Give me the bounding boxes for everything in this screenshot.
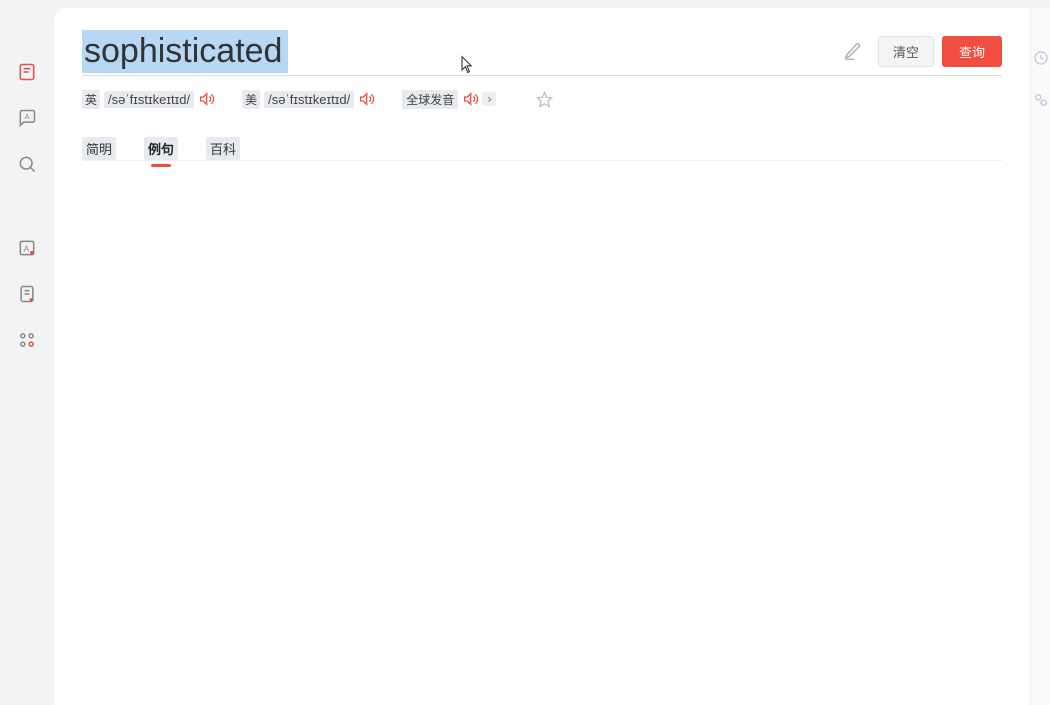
tab-concise[interactable]: 简明 [82, 137, 116, 160]
search-button[interactable]: 查询 [942, 36, 1002, 67]
left-sidebar: A A [0, 0, 54, 705]
pron-us-ipa: /səˈfɪstɪkeɪtɪd/ [264, 91, 354, 108]
handwriting-icon[interactable] [842, 40, 864, 62]
link-icon[interactable] [1033, 92, 1049, 108]
nav-translate-icon[interactable]: A [13, 104, 41, 132]
pron-uk-label: 英 [82, 90, 100, 109]
history-icon[interactable] [1033, 50, 1049, 66]
main-panel: sophisticated 清空 查询 英 /səˈfɪstɪkeɪtɪd/ [54, 8, 1030, 705]
tab-encyclopedia[interactable]: 百科 [206, 137, 240, 160]
speaker-global-icon[interactable] [462, 91, 478, 107]
search-row: sophisticated 清空 查询 [82, 30, 1002, 76]
speaker-us-icon[interactable] [358, 91, 374, 107]
nav-notes-icon[interactable] [13, 280, 41, 308]
speaker-uk-icon[interactable] [198, 91, 214, 107]
favorite-star-icon[interactable] [536, 91, 553, 108]
svg-text:A: A [24, 243, 30, 253]
svg-text:A: A [25, 112, 30, 121]
pron-uk-ipa: /səˈfɪstɪkeɪtɪd/ [104, 91, 194, 108]
pron-us: 美 /səˈfɪstɪkeɪtɪd/ [242, 90, 374, 109]
pronunciation-row: 英 /səˈfɪstɪkeɪtɪd/ 美 /səˈfɪstɪkeɪtɪd/ 全球… [82, 90, 1002, 109]
pron-global: 全球发音 [402, 90, 496, 109]
nav-apps-icon[interactable] [13, 326, 41, 354]
pron-uk: 英 /səˈfɪstɪkeɪtɪd/ [82, 90, 214, 109]
nav-vocab-icon[interactable]: A [13, 234, 41, 262]
nav-search-icon[interactable] [13, 150, 41, 178]
clear-button[interactable]: 清空 [878, 36, 934, 67]
nav-dictionary-icon[interactable] [13, 58, 41, 86]
pron-us-label: 美 [242, 90, 260, 109]
pron-global-label: 全球发音 [402, 90, 458, 109]
tab-examples[interactable]: 例句 [144, 137, 178, 160]
tabs-row: 简明 例句 百科 [82, 131, 1002, 161]
search-input[interactable]: sophisticated [82, 30, 288, 73]
right-sidebar [1030, 8, 1050, 705]
chevron-right-icon[interactable] [482, 92, 496, 106]
mouse-cursor-icon [460, 55, 474, 75]
